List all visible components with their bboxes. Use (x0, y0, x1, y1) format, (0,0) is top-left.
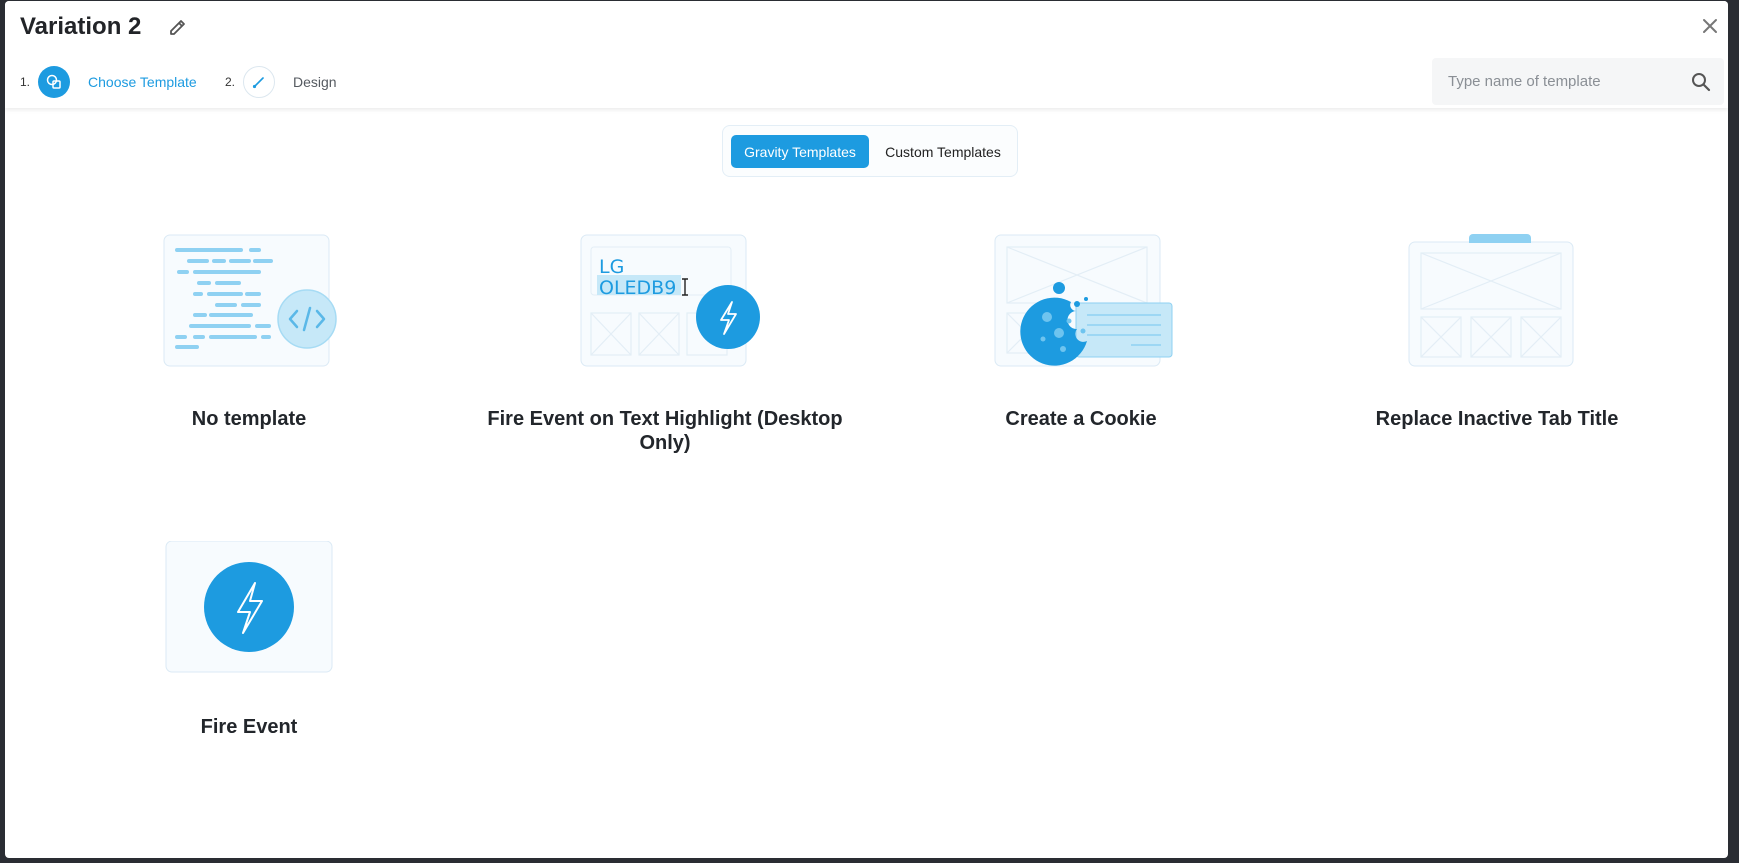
brush-icon (243, 66, 276, 98)
step-label: Choose Template (88, 74, 197, 90)
template-search (1432, 58, 1724, 105)
template-thumbnail (59, 233, 439, 373)
template-source-toggle: Gravity Templates Custom Templates (722, 125, 1018, 177)
template-title: No template (191, 408, 307, 430)
template-title: Create a Cookie (1005, 408, 1157, 430)
step-design[interactable]: 2. Design (225, 65, 337, 99)
template-title: Fire Event on Text Highlight (Desktop On… (487, 408, 843, 454)
template-modal: Variation 2 1. Choose Template 2. Design… (5, 1, 1728, 858)
preview-text-lg: LG (599, 256, 624, 278)
template-title: Replace Inactive Tab Title (1375, 408, 1619, 430)
search-input[interactable] (1432, 58, 1672, 105)
template-thumbnail (59, 540, 439, 681)
tab-custom-templates[interactable]: Custom Templates (873, 135, 1013, 168)
close-icon[interactable] (1697, 13, 1723, 39)
search-icon[interactable] (1689, 70, 1713, 94)
template-card-no-template[interactable]: No template (59, 233, 439, 443)
template-thumbnail (891, 233, 1271, 373)
background-strip (0, 858, 1739, 863)
template-card-create-cookie[interactable]: Create a Cookie (891, 233, 1271, 443)
template-thumbnail (1307, 233, 1687, 373)
step-number: 1. (20, 75, 31, 89)
template-title: Fire Event (200, 716, 298, 738)
pencil-icon[interactable] (165, 15, 191, 41)
template-card-fire-event-text-highlight[interactable]: LG OLEDB9 Fire Event on Text Highlight (… (475, 233, 855, 454)
step-number: 2. (225, 75, 236, 89)
page-title: Variation 2 (20, 13, 142, 40)
preview-text-model: OLEDB9 (599, 277, 676, 299)
template-thumbnail: LG OLEDB9 (475, 233, 855, 373)
modal-header: Variation 2 1. Choose Template 2. Design… (5, 1, 1728, 108)
tab-gravity-templates[interactable]: Gravity Templates (731, 135, 869, 168)
template-card-replace-inactive-tab-title[interactable]: Replace Inactive Tab Title (1307, 233, 1687, 443)
template-card-fire-event[interactable]: Fire Event (59, 540, 439, 751)
step-choose-template[interactable]: 1. Choose Template (20, 65, 197, 99)
step-label: Design (293, 74, 337, 90)
shapes-icon (38, 66, 71, 98)
